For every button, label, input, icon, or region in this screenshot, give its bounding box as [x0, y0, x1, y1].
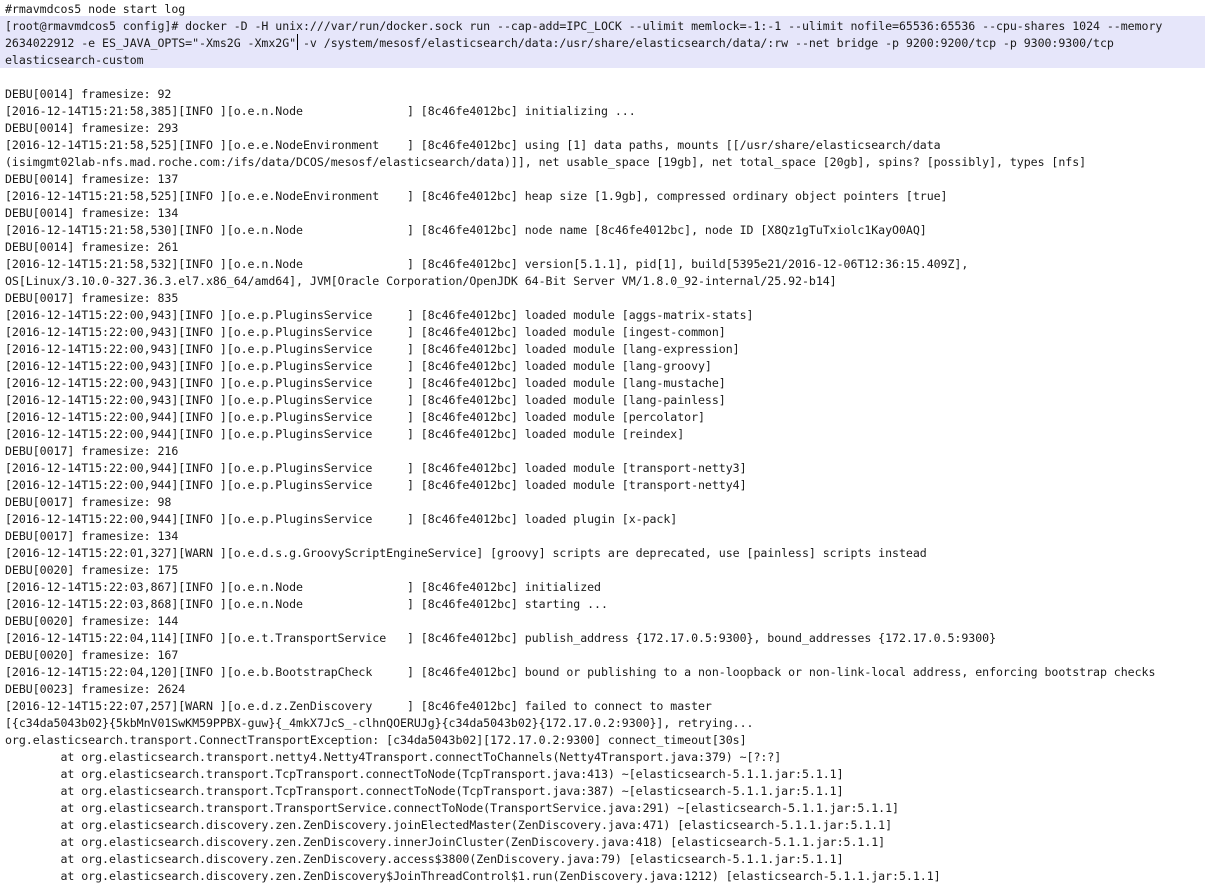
log-line: [2016-12-14T15:22:00,943][INFO ][o.e.p.P… [5, 325, 726, 339]
log-line: [2016-12-14T15:22:00,943][INFO ][o.e.p.P… [5, 342, 740, 356]
log-line: [2016-12-14T15:22:00,944][INFO ][o.e.p.P… [5, 512, 678, 526]
log-line: [2016-12-14T15:22:00,944][INFO ][o.e.p.P… [5, 427, 685, 441]
log-line: DEBU[0020] framesize: 144 [5, 614, 179, 628]
log-line: DEBU[0017] framesize: 98 [5, 495, 172, 509]
log-line: at org.elasticsearch.discovery.zen.ZenDi… [5, 835, 886, 849]
log-line: DEBU[0014] framesize: 261 [5, 240, 179, 254]
log-line: [2016-12-14T15:22:03,867][INFO ][o.e.n.N… [5, 580, 601, 594]
log-line: [2016-12-14T15:22:00,944][INFO ][o.e.p.P… [5, 478, 747, 492]
log-line: [2016-12-14T15:21:58,532][INFO ][o.e.n.N… [5, 257, 969, 271]
log-line: [2016-12-14T15:22:00,943][INFO ][o.e.p.P… [5, 359, 712, 373]
log-line: [2016-12-14T15:22:00,943][INFO ][o.e.p.P… [5, 393, 726, 407]
log-line: org.elasticsearch.transport.ConnectTrans… [5, 733, 747, 747]
log-line: 2634022912 -e ES_JAVA_OPTS="-Xms2G -Xmx2… [5, 36, 1114, 50]
log-line: [2016-12-14T15:22:00,944][INFO ][o.e.p.P… [5, 410, 705, 424]
log-line: [2016-12-14T15:21:58,530][INFO ][o.e.n.N… [5, 223, 927, 237]
log-line: DEBU[0014] framesize: 293 [5, 121, 179, 135]
log-line: [2016-12-14T15:21:58,525][INFO ][o.e.e.N… [5, 138, 941, 152]
log-line: DEBU[0020] framesize: 175 [5, 563, 179, 577]
log-line: at org.elasticsearch.discovery.zen.ZenDi… [5, 852, 844, 866]
log-line: at org.elasticsearch.transport.TcpTransp… [5, 784, 844, 798]
log-line: [2016-12-14T15:21:58,525][INFO ][o.e.e.N… [5, 189, 948, 203]
log-line: DEBU[0020] framesize: 167 [5, 648, 179, 662]
log-line: DEBU[0017] framesize: 216 [5, 444, 179, 458]
log-line: [2016-12-14T15:22:07,257][WARN ][o.e.d.z… [5, 699, 712, 713]
log-line: [2016-12-14T15:22:03,868][INFO ][o.e.n.N… [5, 597, 608, 611]
log-line: elasticsearch-custom [5, 53, 144, 67]
log-line: DEBU[0014] framesize: 134 [5, 206, 179, 220]
log-line: DEBU[0014] framesize: 92 [5, 87, 172, 101]
log-line: [2016-12-14T15:22:04,120][INFO ][o.e.b.B… [5, 665, 1156, 679]
log-line: at org.elasticsearch.transport.Transport… [5, 801, 899, 815]
log-line: [2016-12-14T15:22:00,943][INFO ][o.e.p.P… [5, 308, 754, 322]
log-line: at org.elasticsearch.discovery.zen.ZenDi… [5, 818, 893, 832]
log-line: at org.elasticsearch.transport.TcpTransp… [5, 767, 844, 781]
log-line: at org.elasticsearch.discovery.zen.ZenDi… [5, 869, 941, 883]
log-line: DEBU[0023] framesize: 2624 [5, 682, 186, 696]
log-line: [root@rmavmdcos5 config]# docker -D -H u… [5, 19, 1163, 33]
log-line: DEBU[0017] framesize: 835 [5, 291, 179, 305]
log-line: #rmavmdcos5 node start log [5, 2, 186, 16]
log-line: [2016-12-14T15:22:01,327][WARN ][o.e.d.s… [5, 546, 927, 560]
log-line: OS[Linux/3.10.0-327.36.3.el7.x86_64/amd6… [5, 274, 837, 288]
log-line: at org.elasticsearch.transport.netty4.Ne… [5, 750, 782, 764]
log-line: [2016-12-14T15:22:04,114][INFO ][o.e.t.T… [5, 631, 996, 645]
log-line: [{c34da5043b02}{5kbMnV01SwKM59PPBX-guw}{… [5, 716, 754, 730]
log-line: DEBU[0014] framesize: 137 [5, 172, 179, 186]
log-line: [2016-12-14T15:22:00,943][INFO ][o.e.p.P… [5, 376, 726, 390]
log-line: DEBU[0017] framesize: 134 [5, 529, 179, 543]
log-line: [2016-12-14T15:22:00,944][INFO ][o.e.p.P… [5, 461, 747, 475]
log-text-editor[interactable]: #rmavmdcos5 node start log [root@rmavmdco… [0, 0, 1205, 886]
log-line: [2016-12-14T15:21:58,385][INFO ][o.e.n.N… [5, 104, 636, 118]
log-line: (isimgmt02lab-nfs.mad.roche.com:/ifs/dat… [5, 155, 1087, 169]
